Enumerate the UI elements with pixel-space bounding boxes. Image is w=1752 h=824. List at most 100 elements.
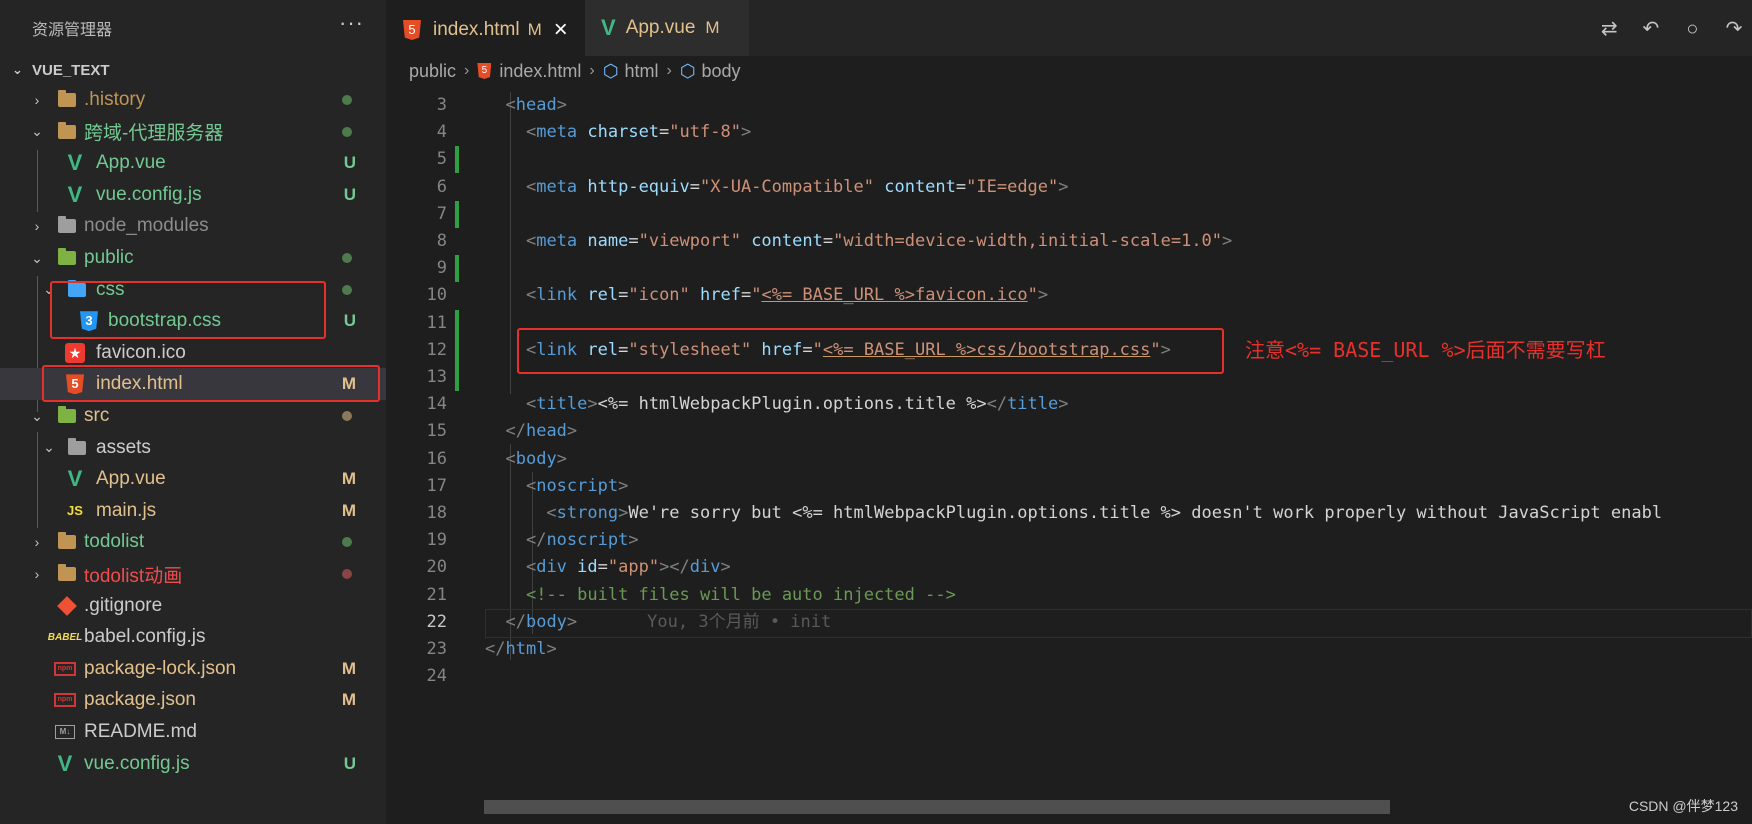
tree-item[interactable]: V App.vue U bbox=[0, 147, 386, 179]
code-line[interactable]: 23 </html> bbox=[387, 636, 1752, 663]
line-number: 13 bbox=[426, 367, 447, 387]
tree-item[interactable]: ⌄ assets bbox=[0, 432, 386, 464]
vue-icon: V bbox=[67, 150, 83, 176]
code-line[interactable]: 20 <div id="app"></div> bbox=[387, 554, 1752, 581]
breadcrumb-index-html[interactable]: 5 index.html bbox=[477, 61, 581, 82]
breadcrumb-body[interactable]: ⬡ body bbox=[680, 61, 741, 82]
code-line[interactable]: 16 <body> bbox=[387, 446, 1752, 473]
tree-item-label: .gitignore bbox=[84, 594, 163, 616]
code-line[interactable]: 21 <!-- built files will be auto injecte… bbox=[387, 582, 1752, 609]
git-status-dot bbox=[342, 537, 352, 548]
git-modified-gutter bbox=[455, 364, 459, 391]
tree-item-label: 跨域-代理服务器 bbox=[84, 123, 224, 145]
go-forward-icon[interactable]: ↷ bbox=[1716, 16, 1752, 41]
code-editor[interactable]: 3 <head> 4 <meta charset="utf-8"> 5 6 <meta… bbox=[387, 92, 1752, 792]
tab-app-vue[interactable]: V App.vue M bbox=[585, 0, 749, 56]
vue-icon: V bbox=[601, 15, 616, 40]
tree-item-label: assets bbox=[96, 436, 151, 458]
more-actions-icon[interactable]: ··· bbox=[339, 10, 364, 36]
code-text: </html> bbox=[485, 639, 557, 659]
folder-icon bbox=[56, 531, 78, 553]
cube-icon: ⬡ bbox=[679, 60, 696, 81]
tree-item-label: main.js bbox=[96, 499, 157, 521]
commit-icon[interactable]: ○ bbox=[1674, 18, 1710, 41]
tree-item-label: public bbox=[84, 247, 134, 268]
line-number: 19 bbox=[426, 530, 447, 551]
code-line[interactable]: 8 <meta name="viewport" content="width=d… bbox=[387, 228, 1752, 255]
tree-item[interactable]: › todolist动画 bbox=[0, 558, 386, 590]
folder-icon bbox=[56, 247, 78, 269]
vue-icon: V bbox=[67, 466, 83, 492]
highlight-box-css-folder bbox=[50, 281, 326, 339]
code-text: <!-- built files will be auto injected -… bbox=[525, 584, 956, 605]
code-line[interactable]: 4 <meta charset="utf-8"> bbox=[387, 119, 1752, 146]
tree-item[interactable]: ★ favicon.ico bbox=[0, 337, 386, 369]
git-status-dot bbox=[342, 253, 352, 263]
tree-item[interactable]: V App.vue M bbox=[0, 463, 386, 495]
code-line[interactable]: 7 bbox=[387, 200, 1752, 228]
breadcrumb-label: index.html bbox=[499, 60, 582, 81]
breadcrumb-html[interactable]: ⬡ html bbox=[603, 61, 659, 82]
horizontal-scrollbar[interactable] bbox=[484, 800, 1390, 814]
tree-item[interactable]: .gitignore bbox=[0, 590, 386, 622]
tree-item-label: App.vue bbox=[96, 468, 166, 490]
tree-item[interactable]: › node_modules bbox=[0, 210, 386, 242]
tree-item[interactable]: ⌄ 跨域-代理服务器 bbox=[0, 116, 386, 148]
javascript-icon: JS bbox=[67, 503, 83, 519]
code-text: </head> bbox=[505, 421, 578, 442]
code-line[interactable]: 22 </body> You, 3个月前 • init bbox=[387, 608, 1752, 638]
code-line[interactable]: 10 <link rel="icon" href="<%= BASE_URL %… bbox=[387, 282, 1752, 309]
code-line[interactable]: 24 bbox=[387, 663, 1752, 690]
tree-item[interactable]: BABEL babel.config.js bbox=[0, 621, 386, 653]
line-number: 6 bbox=[436, 176, 447, 197]
go-back-icon[interactable]: ↶ bbox=[1633, 16, 1669, 41]
workspace-root[interactable]: ⌄ VUE_TEXT bbox=[12, 56, 110, 84]
tree-item[interactable]: M↓ README.md bbox=[0, 716, 386, 748]
git-blame-annotation: You, 3个月前 • init bbox=[647, 611, 832, 632]
tree-item[interactable]: › .history bbox=[0, 84, 386, 116]
code-line[interactable]: 3 <head> bbox=[387, 92, 1752, 119]
tree-item[interactable]: Vvue.config.js U bbox=[0, 179, 386, 211]
line-number: 21 bbox=[426, 584, 447, 605]
git-modified-gutter bbox=[455, 336, 459, 364]
tree-item[interactable]: ⌄ src bbox=[0, 400, 386, 432]
git-status-badge: M bbox=[341, 500, 356, 520]
close-icon[interactable]: × bbox=[554, 16, 568, 44]
tree-item[interactable]: npm package.json M bbox=[0, 684, 386, 716]
tab-index-html[interactable]: 5 index.html M × bbox=[387, 0, 585, 58]
line-number: 15 bbox=[426, 421, 447, 442]
tree-item[interactable]: JS main.js M bbox=[0, 495, 386, 527]
folder-icon bbox=[56, 89, 78, 111]
code-line[interactable]: 19 </noscript> bbox=[387, 527, 1752, 554]
tree-item[interactable]: ⌄ public bbox=[0, 242, 386, 274]
git-status-badge: U bbox=[343, 184, 356, 204]
git-status-dot bbox=[342, 284, 352, 295]
code-line[interactable]: 17 <noscript> bbox=[387, 473, 1752, 500]
git-status-dot bbox=[342, 126, 352, 137]
code-line[interactable]: 15 </head> bbox=[387, 418, 1752, 445]
git-modified-gutter bbox=[455, 200, 459, 228]
code-line[interactable]: 14 <title><%= htmlWebpackPlugin.options.… bbox=[387, 391, 1752, 418]
code-line[interactable]: 9 bbox=[387, 255, 1752, 283]
tree-item-label: .history bbox=[84, 89, 146, 110]
tree-item[interactable]: Vvue.config.js U bbox=[0, 748, 386, 780]
tab-label: index.html bbox=[433, 19, 520, 40]
code-text: <head> bbox=[505, 95, 567, 115]
chevron-right-icon: › bbox=[34, 92, 40, 108]
git-modified-gutter bbox=[455, 255, 459, 283]
code-text: </noscript> bbox=[525, 530, 639, 551]
chevron-right-icon: › bbox=[666, 62, 672, 79]
tree-item[interactable]: › todolist bbox=[0, 526, 386, 558]
explorer-sidebar: 资源管理器 ··· ⌄ VUE_TEXT › .history ⌄ 跨域-代理服务器 V… bbox=[0, 0, 387, 824]
favicon-icon: ★ bbox=[64, 342, 86, 364]
code-line[interactable]: 18 <strong>We're sorry but <%= htmlWebpa… bbox=[387, 500, 1752, 527]
workspace-root-label: VUE_TEXT bbox=[32, 61, 110, 79]
line-number: 11 bbox=[426, 312, 447, 333]
compare-changes-icon[interactable]: ⇄ bbox=[1591, 16, 1627, 41]
breadcrumb-public[interactable]: public bbox=[409, 61, 456, 82]
git-status-badge: M bbox=[341, 469, 356, 489]
code-line[interactable]: 5 bbox=[387, 146, 1752, 174]
tree-item[interactable]: npm package-lock.json M bbox=[0, 653, 386, 685]
code-line[interactable]: 6 <meta http-equiv="X-UA-Compatible" con… bbox=[387, 174, 1752, 201]
line-number: 5 bbox=[436, 149, 447, 170]
